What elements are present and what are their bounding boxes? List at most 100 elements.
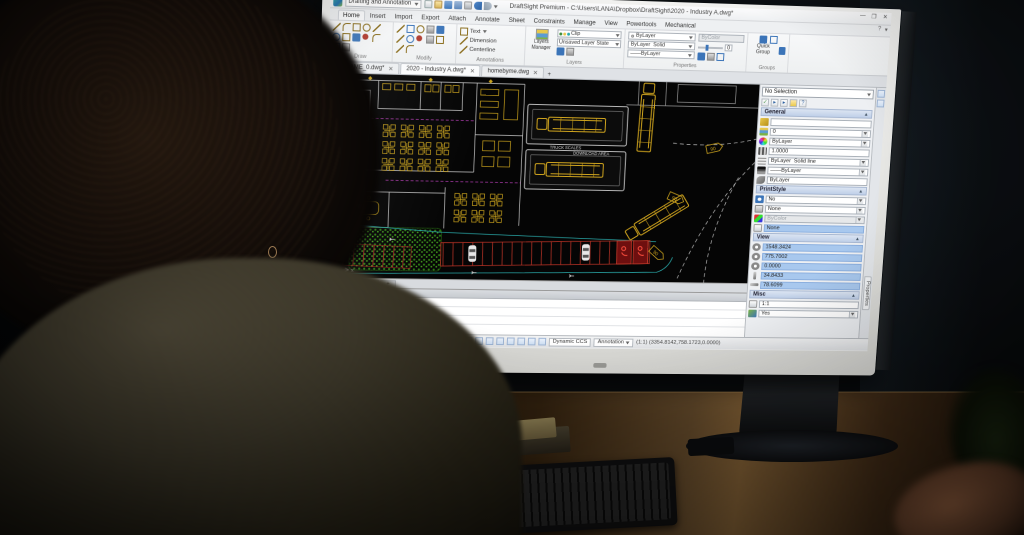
drawing-canvas[interactable]: TRUCK SCALES DOWNLOAD AREA: [322, 73, 759, 283]
spline-tool-icon[interactable]: [372, 34, 380, 42]
explode-tool-icon[interactable]: [416, 35, 422, 41]
close-icon[interactable]: ✕: [470, 67, 475, 74]
annotation-scale-button[interactable]: Annotation: [594, 338, 634, 347]
printstyle-field-1[interactable]: No: [765, 195, 866, 205]
ribbon-tab-annotate[interactable]: Annotate: [471, 15, 504, 25]
etrack-toggle-icon[interactable]: [517, 338, 525, 346]
palette-help-button[interactable]: ?: [799, 99, 807, 107]
slider-thumb[interactable]: [705, 44, 708, 50]
chamfer-tool-icon[interactable]: [406, 45, 414, 53]
workspace-dropdown[interactable]: Drafting and Annotation: [345, 0, 421, 9]
annotation-scale-field[interactable]: 1:1: [759, 300, 859, 309]
rectangle-tool-icon[interactable]: [353, 23, 361, 31]
quick-group-icon[interactable]: [778, 47, 785, 55]
circle-tool-icon[interactable]: [363, 23, 371, 31]
printstyle-field-4[interactable]: None: [764, 224, 865, 233]
mirror-tool-icon[interactable]: [426, 25, 434, 33]
offset-tool-icon[interactable]: [406, 35, 414, 43]
section-misc[interactable]: Misc ▲: [749, 290, 860, 300]
minimize-button[interactable]: —: [858, 13, 867, 20]
print-icon[interactable]: [464, 1, 472, 9]
ribbon-tab-view[interactable]: View: [600, 19, 621, 29]
modify-group-label[interactable]: Modify: [393, 55, 456, 63]
arc-tool-icon[interactable]: [343, 23, 351, 31]
palette-dock-icon[interactable]: [877, 90, 885, 98]
ribbon-pin-icon[interactable]: ▾: [885, 27, 888, 34]
close-icon[interactable]: ✕: [388, 65, 393, 72]
palette-options-icon[interactable]: [877, 100, 885, 108]
layer-preview-icon[interactable]: [556, 47, 564, 55]
undo-icon[interactable]: [474, 2, 482, 10]
hide-properties-icon[interactable]: [716, 53, 724, 61]
centerline-tool[interactable]: Centerline: [459, 45, 521, 56]
ribbon-tab-sheet[interactable]: Sheet: [505, 16, 529, 26]
trim-tool-icon[interactable]: [396, 35, 404, 43]
groups-group-label[interactable]: Groups: [746, 65, 787, 72]
copy-tool-icon[interactable]: [406, 25, 414, 33]
slider-track[interactable]: [698, 46, 723, 49]
close-icon[interactable]: ✕: [533, 69, 538, 76]
quick-group-button[interactable]: Quick Group: [750, 44, 776, 56]
ribbon-tab-mechanical[interactable]: Mechanical: [661, 21, 700, 31]
polygon-tool-icon[interactable]: [342, 33, 350, 41]
array-tool-icon[interactable]: [436, 36, 444, 44]
ribbon-tab-powertools[interactable]: Powertools: [622, 19, 660, 29]
polar-toggle-icon[interactable]: [496, 337, 504, 345]
ribbon-tab-manage[interactable]: Manage: [569, 18, 599, 28]
ribbon-tab-home[interactable]: Home: [338, 10, 365, 21]
line-weight-combo[interactable]: ——ByLayer: [627, 49, 695, 59]
quick-select-icon[interactable]: ▸: [771, 98, 779, 106]
save-icon[interactable]: [444, 1, 452, 9]
properties-painter-icon[interactable]: [707, 53, 715, 61]
lineweight-field[interactable]: ——ByLayer: [767, 166, 868, 176]
stretch-tool-icon[interactable]: [426, 35, 434, 43]
group-edit-icon[interactable]: [770, 36, 778, 44]
hatch-tool-icon[interactable]: [352, 33, 360, 41]
maximize-button[interactable]: ❐: [870, 13, 879, 20]
layer-tools-icon[interactable]: [566, 48, 574, 56]
linestyle-field[interactable]: ByLayer Solid line: [768, 156, 869, 166]
redo-icon[interactable]: [483, 2, 491, 10]
lineweight-toggle-icon[interactable]: [528, 338, 536, 346]
doc-tab-homebyme[interactable]: homebyme.dwg ✕: [482, 65, 544, 78]
fillet-tool-icon[interactable]: [396, 45, 404, 53]
select-matching-icon[interactable]: ▸: [780, 98, 788, 106]
pickadd-toggle-icon[interactable]: [789, 99, 797, 107]
move-tool-icon[interactable]: [397, 25, 405, 33]
rotate-tool-icon[interactable]: [416, 25, 424, 33]
new-file-icon[interactable]: [424, 0, 432, 8]
properties-side-tab[interactable]: Properties: [862, 276, 872, 310]
dynamic-input-toggle-icon[interactable]: [538, 338, 546, 346]
ucs-per-viewport-field[interactable]: Yes: [758, 309, 858, 318]
transparency-slider[interactable]: 0: [698, 44, 744, 52]
linetype-scale-field[interactable]: 1.0000: [768, 147, 869, 157]
close-button[interactable]: ✕: [881, 14, 890, 21]
annotations-group-label[interactable]: Annotations: [456, 56, 524, 64]
polyline-tool-icon[interactable]: [373, 24, 381, 32]
workspace-label: Drafting and Annotation: [348, 0, 411, 7]
select-entities-icon[interactable]: ✓: [761, 98, 769, 106]
ribbon-tab-import[interactable]: Import: [390, 12, 416, 22]
new-document-button[interactable]: +: [544, 72, 554, 78]
open-folder-icon[interactable]: [434, 0, 442, 8]
qat-more-icon[interactable]: [493, 5, 497, 8]
ribbon-tab-export[interactable]: Export: [417, 13, 443, 23]
scale-tool-icon[interactable]: [436, 26, 444, 34]
ribbon-help-icon[interactable]: ?: [878, 26, 882, 33]
ribbon-tab-attach[interactable]: Attach: [444, 14, 470, 24]
esnap-toggle-icon[interactable]: [507, 337, 515, 345]
group-create-icon[interactable]: [759, 36, 767, 44]
ortho-toggle-icon[interactable]: [486, 337, 494, 345]
quick-access-toolbar: [424, 0, 498, 10]
layers-manager-button[interactable]: Layers Manager: [528, 29, 555, 58]
ribbon-tab-insert[interactable]: Insert: [366, 11, 390, 21]
match-properties-icon[interactable]: [697, 52, 705, 60]
doc-tab-industry-a[interactable]: 2020 - Industry A.dwg* ✕: [400, 63, 481, 76]
dynamic-ccs-button[interactable]: Dynamic CCS: [549, 337, 592, 346]
point-tool-icon[interactable]: [362, 34, 368, 40]
printstyle-field-2[interactable]: None: [765, 205, 866, 215]
save-all-icon[interactable]: [454, 1, 462, 9]
ribbon-tab-constraints[interactable]: Constraints: [530, 16, 569, 26]
plot-style-field[interactable]: ByLayer: [767, 176, 868, 186]
lineweight-icon: [757, 166, 766, 174]
